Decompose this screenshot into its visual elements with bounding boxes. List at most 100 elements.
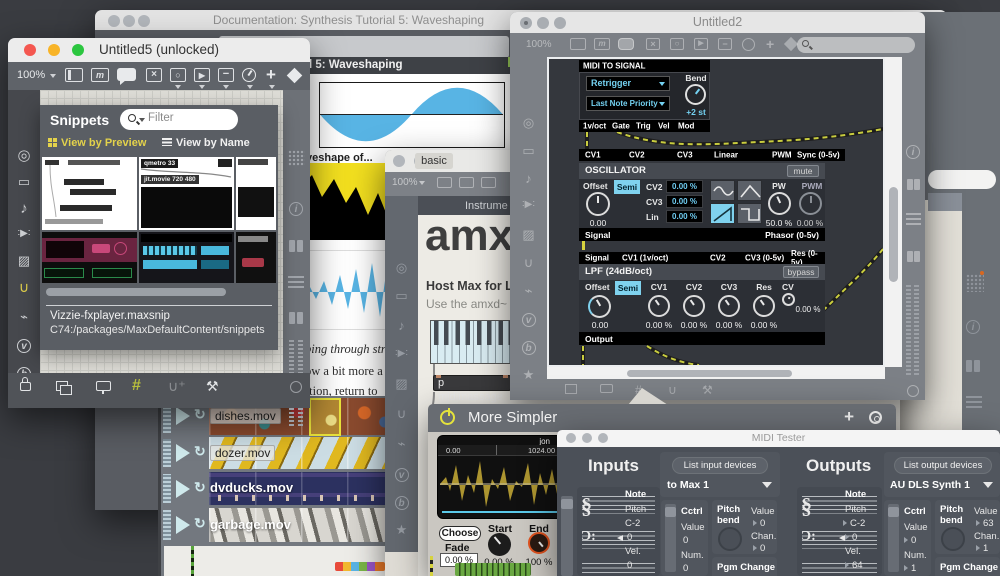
play-button[interactable]: [176, 444, 190, 462]
snippet-thumbnail[interactable]: qmetro 33 jit.movie 720 480: [139, 157, 234, 230]
start-knob[interactable]: [488, 533, 511, 556]
lpf-offset-knob[interactable]: [588, 295, 611, 318]
power-icon[interactable]: [290, 381, 302, 393]
dial-icon[interactable]: [742, 38, 755, 51]
plug-icon[interactable]: ⌁: [510, 283, 547, 299]
bypass-button[interactable]: bypass: [783, 266, 819, 278]
snippet-thumbnail[interactable]: [139, 232, 234, 283]
delete-object-icon[interactable]: ×: [146, 68, 162, 82]
layers-icon[interactable]: [56, 381, 68, 391]
audio-icon[interactable]: ♪: [385, 318, 418, 333]
console-icon[interactable]: ▭: [385, 288, 418, 304]
note-priority-dropdown[interactable]: Last Note Priority: [586, 96, 670, 111]
zoom-level[interactable]: 100%: [526, 39, 552, 50]
cctrl-slider[interactable]: [888, 504, 899, 572]
target-icon[interactable]: ◎: [510, 115, 547, 131]
beap-icon[interactable]: b: [510, 339, 547, 355]
info-icon[interactable]: i: [289, 202, 303, 216]
target-icon[interactable]: ◎: [8, 146, 40, 164]
close-button[interactable]: [393, 155, 405, 167]
zoom-button[interactable]: [138, 15, 150, 27]
u2-vertical-scrollbar[interactable]: [885, 57, 902, 367]
play-button[interactable]: [176, 407, 190, 425]
wave-sine-button[interactable]: [710, 180, 735, 201]
pw-knob[interactable]: [768, 192, 791, 215]
semi-toggle[interactable]: Semi: [614, 180, 640, 194]
res-knob[interactable]: [753, 295, 775, 317]
toggle-icon[interactable]: ○: [670, 38, 684, 50]
input-device-select[interactable]: to Max 1: [667, 479, 709, 491]
play-button[interactable]: [176, 516, 190, 534]
movie-name[interactable]: garbage.mov: [210, 517, 291, 532]
edge-slider[interactable]: [561, 496, 573, 576]
beap-icon[interactable]: b: [385, 494, 418, 510]
wrench-icon[interactable]: ⚒: [206, 378, 219, 395]
paperclip-icon-active[interactable]: ∪: [8, 279, 40, 296]
midi-to-signal-header[interactable]: MIDI TO SIGNAL: [579, 60, 710, 72]
audio-icon[interactable]: ♪: [510, 171, 547, 186]
scrollbar-thumb[interactable]: [627, 370, 792, 377]
message-icon[interactable]: m: [91, 68, 109, 82]
zoom-level[interactable]: 100%: [17, 69, 45, 81]
u2-patcher-canvas[interactable]: MIDI TO SIGNAL Retrigger Last Note Prior…: [547, 57, 885, 367]
comment-icon[interactable]: [481, 177, 496, 188]
tab-view-by-preview[interactable]: View by Preview: [48, 137, 146, 149]
pwm-knob[interactable]: [799, 192, 822, 215]
lpf-header[interactable]: LPF (24dB/oct) bypass: [579, 264, 825, 280]
movie-name[interactable]: dvducks.mov: [210, 480, 293, 495]
list-icon[interactable]: [966, 396, 982, 410]
toggle-icon[interactable]: ○: [170, 68, 186, 82]
loop-icon[interactable]: ↻: [194, 515, 206, 532]
loop-icon[interactable]: ↻: [194, 406, 206, 423]
midi-titlebar[interactable]: MIDI Tester: [557, 430, 1000, 447]
cv2-knob[interactable]: [683, 295, 705, 317]
play-button[interactable]: [176, 480, 190, 498]
pitch-bend-knob[interactable]: [941, 527, 965, 551]
columns-icon[interactable]: [289, 240, 303, 252]
media-play-icon[interactable]: ∶▶∶: [8, 228, 40, 239]
paint-bucket-icon[interactable]: [287, 68, 303, 84]
patcher-object-midimassage[interactable]: p midimassage: [433, 375, 511, 391]
presentation-icon[interactable]: [96, 381, 111, 391]
object-icon[interactable]: [65, 68, 83, 82]
power-icon[interactable]: [907, 385, 919, 397]
snippet-thumbnail[interactable]: [42, 157, 137, 230]
snippets-scrollbar[interactable]: [46, 288, 226, 296]
u2-search-input[interactable]: [797, 37, 915, 53]
star-icon[interactable]: ★: [510, 367, 547, 383]
minimize-button[interactable]: [123, 15, 135, 27]
cv1-knob[interactable]: [648, 295, 670, 317]
grid-icon[interactable]: [966, 274, 984, 292]
star-icon[interactable]: ★: [385, 522, 418, 538]
close-button[interactable]: [108, 15, 120, 27]
unlock-icon[interactable]: [20, 382, 31, 391]
presentation-icon[interactable]: [600, 384, 613, 393]
u2-titlebar[interactable]: Untitled2: [510, 12, 925, 33]
console-icon[interactable]: ▭: [8, 174, 40, 190]
list-icon[interactable]: [906, 213, 921, 226]
columns-icon[interactable]: [907, 179, 920, 190]
offset-knob[interactable]: [586, 192, 610, 216]
wave-triangle-button[interactable]: [737, 180, 762, 201]
columns-icon[interactable]: [907, 251, 920, 262]
columns-icon[interactable]: [966, 360, 980, 372]
number-box-icon[interactable]: −: [218, 68, 234, 82]
drag-handle[interactable]: [163, 510, 171, 540]
media-play-icon[interactable]: ∶▶∶: [385, 348, 418, 359]
add-object-icon[interactable]: +: [266, 65, 276, 85]
delete-object-icon[interactable]: ×: [646, 38, 660, 50]
number-box-icon[interactable]: −: [718, 38, 732, 50]
drag-handle[interactable]: [163, 474, 171, 503]
comment-icon[interactable]: [117, 68, 136, 81]
mini-kslider[interactable]: [455, 563, 531, 576]
loop-icon[interactable]: ↻: [194, 443, 206, 460]
message-icon[interactable]: [459, 177, 474, 188]
paperclip-icon[interactable]: ∪: [510, 255, 547, 271]
drag-handle[interactable]: [163, 439, 171, 467]
grid-snap-icon-active[interactable]: #: [132, 377, 141, 395]
paperclip-add-icon[interactable]: ∪⁺: [168, 378, 186, 395]
layers-icon[interactable]: [565, 384, 577, 394]
end-knob[interactable]: [528, 532, 550, 554]
message-icon[interactable]: m: [594, 38, 610, 50]
loop-icon[interactable]: ↻: [194, 479, 206, 496]
